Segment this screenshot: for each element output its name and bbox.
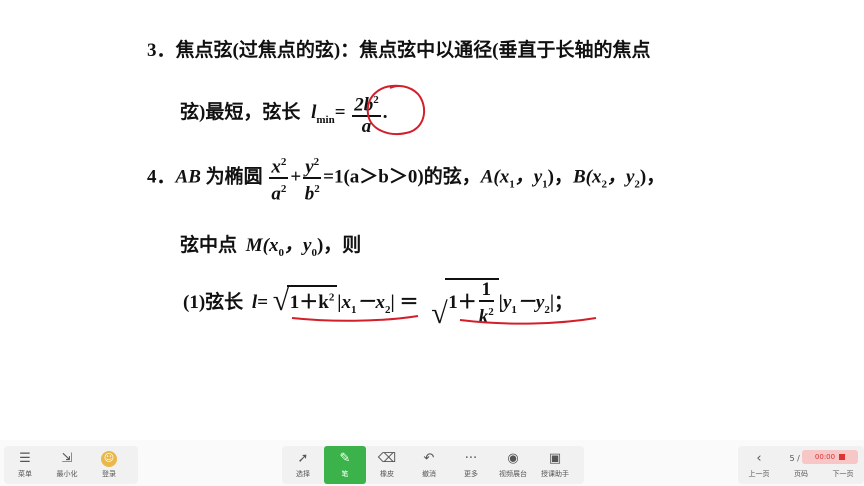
camera-icon: ◉ xyxy=(507,451,519,466)
red-circle-annotation xyxy=(366,84,426,135)
eraser-icon: ⌫ xyxy=(377,451,397,466)
menu-button[interactable]: ☰ 菜单 xyxy=(4,446,46,484)
minimize-icon: ⇲ xyxy=(61,451,73,466)
hamburger-icon: ☰ xyxy=(19,451,31,466)
more-button[interactable]: ··· 更多 xyxy=(450,446,492,484)
ellipse-y-fraction: y2 b2 xyxy=(303,152,322,205)
minimize-button[interactable]: ⇲ 最小化 xyxy=(46,446,88,484)
login-button[interactable]: ☺ 登录 xyxy=(88,446,130,484)
item3-line2: 弦)最短，弦长 lmin= 2b2 a . xyxy=(180,90,388,137)
red-underline-annotations xyxy=(291,315,597,325)
midpoint-line: 弦中点 M(x0，y0)，则 xyxy=(180,235,362,259)
cursor-icon: ➚ xyxy=(297,451,309,466)
left-tool-group: ☰ 菜单 ⇲ 最小化 ☺ 登录 xyxy=(4,446,138,484)
video-booth-button[interactable]: ◉ 视频展台 xyxy=(492,446,534,484)
avatar-icon: ☺ xyxy=(101,451,117,467)
bottom-toolbar: ☰ 菜单 ⇲ 最小化 ☺ 登录 ➚ 选择 ✎ 笔 ⌫ 橡皮 ↶ 撤消 ··· 更多 ◉ 视频展台 … xyxy=(0,440,864,486)
recording-indicator[interactable]: 00:00 xyxy=(802,450,858,464)
undo-button[interactable]: ↶ 撤消 xyxy=(408,446,450,484)
eraser-tool-button[interactable]: ⌫ 橡皮 xyxy=(366,446,408,484)
pen-tool-button[interactable]: ✎ 笔 xyxy=(324,446,366,484)
center-tool-group: ➚ 选择 ✎ 笔 ⌫ 橡皮 ↶ 撤消 ··· 更多 ◉ 视频展台 ▣ 授课助手 xyxy=(282,446,584,484)
select-tool-button[interactable]: ➚ 选择 xyxy=(282,446,324,484)
chevron-left-icon: ‹ xyxy=(756,451,762,466)
item4-line: 4．AB 为椭圆 x2 a2 + y2 b2 =1(a＞b＞0)的弦，A(x1，… xyxy=(147,152,665,205)
slide-canvas[interactable]: 3．焦点弦(过焦点的弦)：焦点弦中以通径(垂直于长轴的焦点 弦)最短，弦长 lm… xyxy=(0,0,864,440)
teaching-assistant-button[interactable]: ▣ 授课助手 xyxy=(534,446,576,484)
phone-icon: ▣ xyxy=(548,451,562,466)
undo-icon: ↶ xyxy=(423,451,435,466)
stop-record-icon xyxy=(839,454,846,460)
pager-group: ‹上一页 5 / 28页码 ›下一页 00:00 xyxy=(738,446,864,484)
item3-line1: 3．焦点弦(过焦点的弦)：焦点弦中以通径(垂直于长轴的焦点 xyxy=(147,40,651,61)
ellipse-x-fraction: x2 a2 xyxy=(269,152,289,205)
pen-icon: ✎ xyxy=(339,451,351,466)
ellipsis-icon: ··· xyxy=(464,451,478,466)
prev-page-button[interactable]: ‹ 上一页 xyxy=(738,446,780,484)
